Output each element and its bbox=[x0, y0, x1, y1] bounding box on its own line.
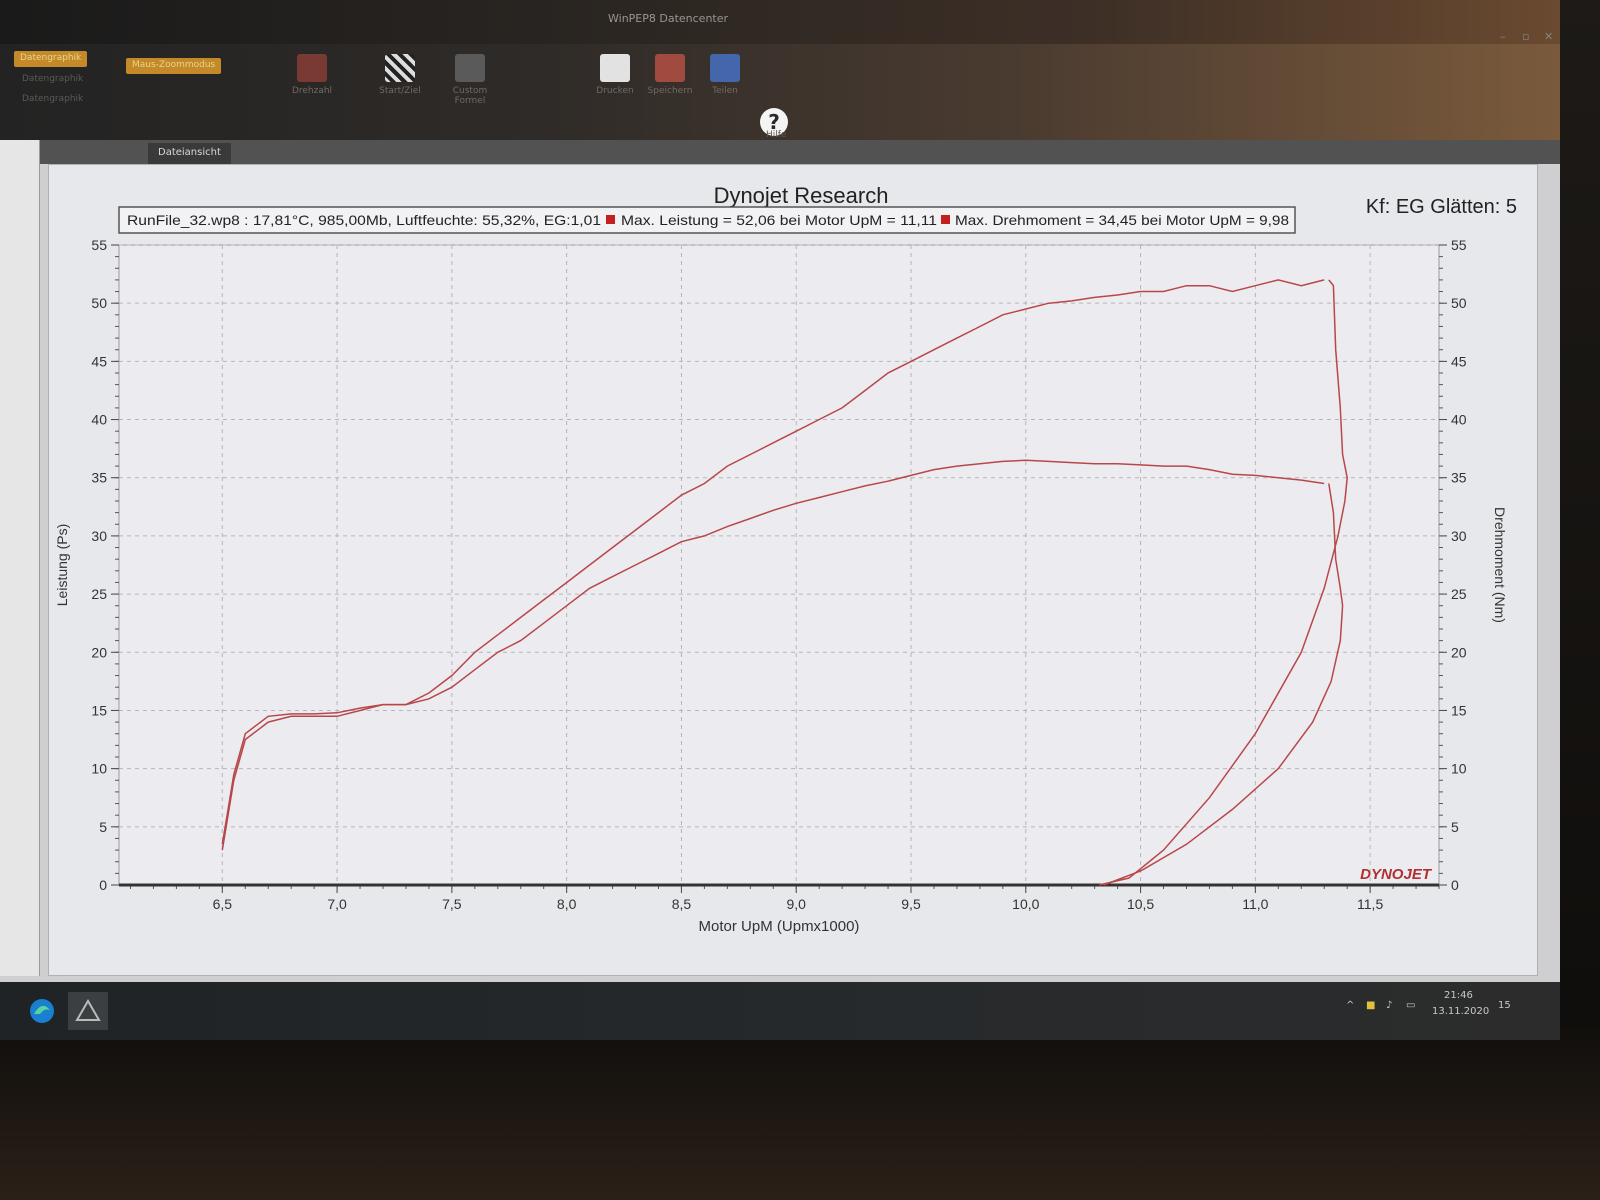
ribbon-toolbar: Datengraphik Datengraphik Datengraphik M… bbox=[0, 44, 1560, 140]
y-tick-label-right: 55 bbox=[1451, 237, 1467, 253]
y-tick-label-right: 45 bbox=[1451, 353, 1467, 369]
share-button[interactable]: Teilen bbox=[700, 54, 750, 96]
x-tick-label: 8,0 bbox=[557, 896, 577, 912]
y-tick-label-right: 0 bbox=[1451, 877, 1459, 893]
x-tick-label: 10,0 bbox=[1012, 896, 1039, 912]
ribbon-menu-item[interactable]: Datengraphik bbox=[22, 94, 83, 104]
edge-browser-icon[interactable] bbox=[22, 992, 62, 1030]
y-tick-label-left: 5 bbox=[99, 819, 107, 835]
y-tick-label-left: 40 bbox=[91, 412, 107, 428]
y-tick-label-left: 15 bbox=[91, 702, 107, 718]
x-tick-label: 9,0 bbox=[786, 896, 806, 912]
monitor-bezel: WinPEP8 Datencenter – ▫ ✕ Datengraphik D… bbox=[0, 0, 1600, 1200]
y-tick-label-right: 40 bbox=[1451, 412, 1467, 428]
y-tick-label-left: 20 bbox=[91, 644, 107, 660]
power-marker-icon bbox=[606, 215, 615, 224]
printer-icon bbox=[600, 54, 630, 82]
y-tick-label-right: 50 bbox=[1451, 295, 1467, 311]
y-tick-label-left: 50 bbox=[91, 295, 107, 311]
dyno-chart: 6,5 7,0 7,5 8,0 8,5 9,0 9,5 10,0 10,5 11,0 11,5 0 5 1… bbox=[54, 183, 1517, 935]
save-button[interactable]: Speichern bbox=[645, 54, 695, 96]
y-tick-label-right: 25 bbox=[1451, 586, 1467, 602]
y-tick-label-left: 35 bbox=[91, 470, 107, 486]
save-button-label: Speichern bbox=[647, 86, 693, 96]
maximize-icon[interactable]: ▫ bbox=[1522, 30, 1529, 43]
rpm-button-label: Drehzahl bbox=[291, 86, 333, 96]
tray-folder-icon[interactable]: ■ bbox=[1366, 1000, 1375, 1011]
y-tick-label-right: 10 bbox=[1451, 761, 1467, 777]
x-tick-label: 7,5 bbox=[442, 896, 462, 912]
start-finish-button-label: Start/Ziel bbox=[379, 86, 421, 96]
plot-area bbox=[118, 244, 1440, 886]
x-tick-label: 9,5 bbox=[901, 896, 921, 912]
y-tick-label-left: 25 bbox=[91, 586, 107, 602]
chart-panel: 6,5 7,0 7,5 8,0 8,5 9,0 9,5 10,0 10,5 11,0 11,5 0 5 1… bbox=[48, 164, 1538, 976]
x-tick-label: 11,0 bbox=[1242, 896, 1268, 912]
y-tick-label-right: 30 bbox=[1451, 528, 1467, 544]
x-tick-label: 8,5 bbox=[672, 896, 692, 912]
title-bar: WinPEP8 Datencenter – ▫ ✕ bbox=[0, 0, 1560, 44]
y-axis-label-right: Drehmoment (Nm) bbox=[1492, 507, 1508, 623]
x-tick-label: 10,5 bbox=[1127, 896, 1154, 912]
x-tick-label: 7,0 bbox=[327, 896, 347, 912]
y-tick-label-left: 10 bbox=[91, 761, 107, 777]
custom-formula-button-label: Custom Formel bbox=[452, 86, 488, 106]
y-tick-label-right: 15 bbox=[1451, 702, 1467, 718]
gauge-icon bbox=[297, 54, 327, 82]
close-icon[interactable]: ✕ bbox=[1544, 30, 1553, 43]
minimize-icon[interactable]: – bbox=[1500, 30, 1506, 43]
share-icon bbox=[710, 54, 740, 82]
start-finish-button[interactable]: Start/Ziel bbox=[370, 54, 430, 96]
ribbon-menu-item[interactable]: Datengraphik bbox=[22, 74, 83, 84]
print-button[interactable]: Drucken bbox=[590, 54, 640, 96]
info-max-power: Max. Leistung = 52,06 bei Motor UpM = 11… bbox=[621, 212, 937, 228]
torque-marker-icon bbox=[941, 215, 950, 224]
y-tick-label-left: 30 bbox=[91, 528, 107, 544]
help-button-label[interactable]: Hilfe bbox=[766, 130, 786, 140]
rpm-button[interactable]: Drehzahl bbox=[282, 54, 342, 96]
y-axis-label-left: Leistung (Ps) bbox=[54, 524, 70, 606]
volume-icon[interactable]: ♪ bbox=[1386, 1000, 1392, 1011]
info-max-torque: Max. Drehmoment = 34,45 bei Motor UpM = … bbox=[955, 212, 1289, 228]
print-button-label: Drucken bbox=[596, 86, 634, 96]
y-tick-label-right: 5 bbox=[1451, 819, 1459, 835]
y-tick-label-right: 20 bbox=[1451, 644, 1467, 660]
notification-icon[interactable]: 15 bbox=[1498, 1000, 1511, 1011]
x-axis-label: Motor UpM (Upmx1000) bbox=[699, 918, 860, 935]
clock-time[interactable]: 21:46 bbox=[1444, 990, 1473, 1001]
ribbon-menu-item[interactable]: Datengraphik bbox=[14, 51, 88, 67]
y-tick-label-right: 35 bbox=[1451, 470, 1467, 486]
x-tick-label: 11,5 bbox=[1357, 896, 1383, 912]
tab-file-view[interactable]: Dateiansicht bbox=[148, 143, 231, 164]
winpep-app-icon[interactable] bbox=[68, 992, 108, 1030]
save-icon bbox=[655, 54, 685, 82]
checkered-flag-icon bbox=[385, 54, 415, 82]
chart-subtitle: Kf: EG Glätten: 5 bbox=[1366, 196, 1517, 218]
screen: WinPEP8 Datencenter – ▫ ✕ Datengraphik D… bbox=[0, 0, 1560, 1040]
formula-icon bbox=[455, 54, 485, 82]
left-side-panel bbox=[0, 140, 40, 976]
y-tick-label-left: 0 bbox=[99, 877, 107, 893]
chart-title: Dynojet Research bbox=[714, 183, 889, 208]
tray-chevron-icon[interactable]: ^ bbox=[1346, 1000, 1354, 1011]
tab-strip: Dateiansicht bbox=[40, 140, 1560, 164]
custom-formula-button[interactable]: Custom Formel bbox=[440, 54, 500, 106]
window-title: WinPEP8 Datencenter bbox=[608, 12, 729, 25]
clock-date[interactable]: 13.11.2020 bbox=[1432, 1006, 1489, 1017]
y-tick-label-left: 55 bbox=[91, 237, 107, 253]
network-icon[interactable]: ▭ bbox=[1406, 1000, 1415, 1011]
dynojet-watermark: DYNOJET bbox=[1360, 866, 1433, 883]
y-tick-label-left: 45 bbox=[91, 353, 107, 369]
taskbar: ^ ■ ♪ ▭ 21:46 13.11.2020 15 bbox=[0, 982, 1560, 1040]
share-button-label: Teilen bbox=[712, 86, 738, 96]
info-run-details: RunFile_32.wp8 : 17,81°C, 985,00Mb, Luft… bbox=[127, 212, 601, 228]
zoom-mode-button[interactable]: Maus-Zoommodus bbox=[126, 58, 222, 74]
x-tick-label: 6,5 bbox=[213, 896, 233, 912]
